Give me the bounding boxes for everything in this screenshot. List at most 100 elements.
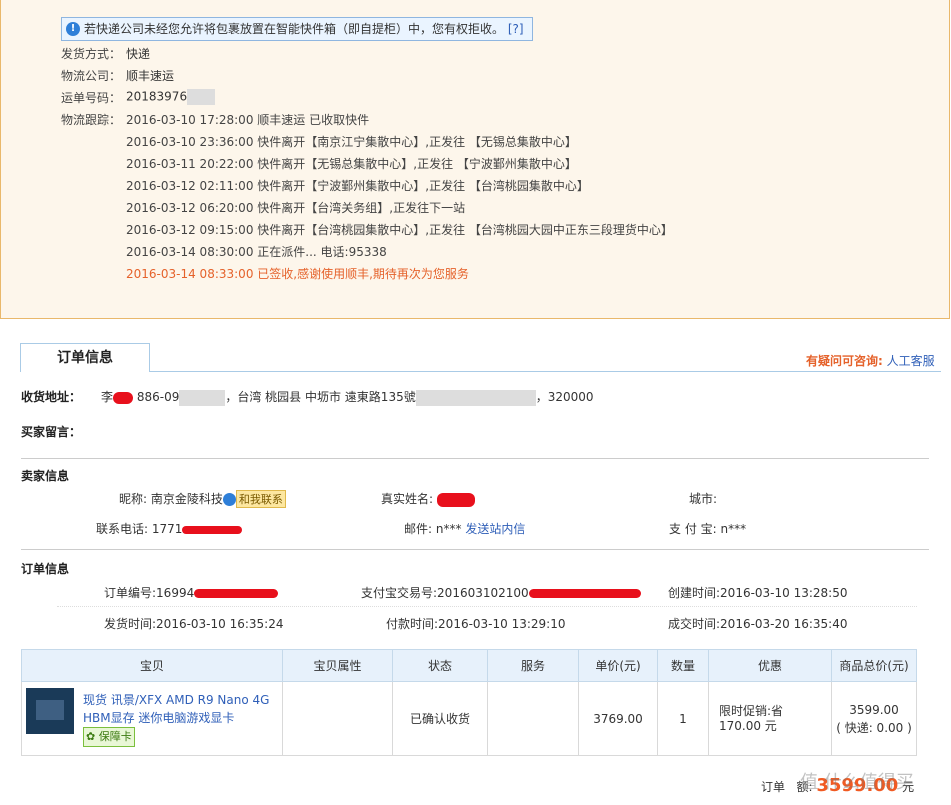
item-price: 3769.00 bbox=[578, 681, 658, 756]
seller-realname-label: 真实姓名: bbox=[381, 492, 434, 506]
address-label: 收货地址： bbox=[21, 390, 82, 404]
tracking-entry: 2016-03-10 17:28:00 顺丰速运 已收取快件 bbox=[126, 113, 370, 127]
ship-method-label: 发货方式： bbox=[61, 47, 122, 61]
pay-time-row: 付款时间:2016-03-10 13:29:10 bbox=[386, 615, 566, 632]
deal-time: 2016-03-20 16:35:40 bbox=[720, 617, 848, 631]
tracking-entry: 2016-03-14 08:30:00 正在派件... 电话:95338 bbox=[126, 245, 387, 259]
table-header: 数量 bbox=[657, 649, 709, 682]
seller-alipay-label: 支 付 宝: bbox=[669, 522, 717, 536]
table-header: 优惠 bbox=[708, 649, 832, 682]
order-items-table: 宝贝 宝贝属性 状态 服务 单价(元) 数量 优惠 商品总价(元) 现货 讯景/… bbox=[21, 649, 917, 756]
redaction-mark bbox=[528, 589, 641, 598]
tracking-label: 物流跟踪： bbox=[61, 113, 122, 127]
item-total: 3599.00 bbox=[849, 702, 899, 717]
created-time: 2016-03-10 13:28:50 bbox=[720, 586, 848, 600]
tracking-entry: 2016-03-12 06:20:00 快件离开【台湾关务组】,正发往下一站 bbox=[126, 201, 466, 215]
tracking-entry: 2016-03-12 09:15:00 快件离开【台湾桃园集散中心】,正发往 【… bbox=[126, 223, 673, 237]
ship-time: 2016-03-10 16:35:24 bbox=[156, 617, 284, 631]
tab-order-info[interactable]: 订单信息 bbox=[20, 343, 150, 372]
discount-amount: 170.00 元 bbox=[719, 718, 777, 733]
guarantee-label: 保障卡 bbox=[98, 729, 132, 743]
table-row: 现货 讯景/XFX AMD R9 Nano 4G HBM显存 迷你电脑游戏显卡 … bbox=[21, 681, 917, 756]
table-header: 服务 bbox=[487, 649, 579, 682]
ship-method-value: 快递 bbox=[126, 47, 151, 61]
watermark: 值 什么值得买 bbox=[800, 772, 914, 793]
trade-no-label: 支付宝交易号: bbox=[361, 586, 438, 600]
created-row: 创建时间:2016-03-10 13:28:50 bbox=[668, 584, 848, 601]
item-attr-cell bbox=[282, 681, 393, 756]
notice-bar: ! 若快递公司未经您允许将包裹放置在智能快件箱（即自提柜）中，您有权拒收。 [?… bbox=[61, 17, 533, 41]
seller-nick-label: 昵称: bbox=[119, 492, 148, 506]
company-value: 顺丰速运 bbox=[126, 69, 175, 83]
redaction-mark bbox=[436, 492, 475, 507]
help-area: 有疑问可咨询: 人工客服 bbox=[806, 352, 935, 369]
order-section-title: 订单信息 bbox=[21, 562, 70, 576]
notice-text: 若快递公司未经您允许将包裹放置在智能快件箱（即自提柜）中，您有权拒收。 bbox=[84, 22, 505, 36]
order-no-label: 订单编号: bbox=[104, 586, 157, 600]
seller-phone: 1771 bbox=[151, 522, 183, 536]
deal-time-label: 成交时间: bbox=[668, 617, 721, 631]
customer-service-link[interactable]: 人工客服 bbox=[887, 354, 935, 368]
product-title-link[interactable]: 现货 讯景/XFX AMD R9 Nano 4G HBM显存 迷你电脑游戏显卡 bbox=[83, 693, 269, 725]
deal-time-row: 成交时间:2016-03-20 16:35:40 bbox=[668, 615, 848, 632]
divider bbox=[57, 606, 917, 607]
order-no: 16994 bbox=[156, 586, 195, 600]
guarantee-badge[interactable]: ✿ 保障卡 bbox=[83, 726, 135, 747]
recipient-name: 李 bbox=[101, 390, 114, 404]
company-label: 物流公司： bbox=[61, 69, 122, 83]
table-header: 宝贝 bbox=[21, 649, 283, 682]
seller-mail: n*** bbox=[435, 522, 462, 536]
created-label: 创建时间: bbox=[668, 586, 721, 600]
table-header: 商品总价(元) bbox=[831, 649, 917, 682]
pay-time: 2016-03-10 13:29:10 bbox=[438, 617, 566, 631]
ship-time-row: 发货时间:2016-03-10 16:35:24 bbox=[104, 615, 284, 632]
seller-city-label: 城市: bbox=[689, 492, 718, 506]
seller-alipay-row: 支 付 宝: n*** bbox=[669, 520, 746, 537]
recipient-address: ，台湾 桃园县 中坜市 遠東路135號 bbox=[225, 390, 416, 404]
ship-time-label: 发货时间: bbox=[104, 617, 157, 631]
discount-label: 限时促销:省 bbox=[719, 703, 784, 718]
waybill-label: 运单号码： bbox=[61, 91, 122, 105]
product-thumbnail[interactable] bbox=[26, 688, 74, 734]
wangwang-icon[interactable] bbox=[222, 493, 236, 506]
seller-nick-row: 昵称: 南京金陵科技 和我联系 bbox=[119, 490, 286, 508]
seller-mail-label: 邮件: bbox=[404, 522, 433, 536]
divider bbox=[21, 458, 929, 459]
item-shipping: ( 快递: 0.00 ) bbox=[836, 720, 912, 735]
seller-alipay: n*** bbox=[720, 522, 747, 536]
order-total-label: 订单 bbox=[761, 780, 786, 794]
table-header: 宝贝属性 bbox=[282, 649, 393, 682]
waybill-value: 20183976 bbox=[126, 89, 216, 105]
item-total-cell: 3599.00 ( 快递: 0.00 ) bbox=[831, 681, 917, 756]
pay-time-label: 付款时间: bbox=[386, 617, 439, 631]
table-header-row: 宝贝 宝贝属性 状态 服务 单价(元) 数量 优惠 商品总价(元) bbox=[21, 649, 917, 682]
waybill-number: 20183976 bbox=[126, 89, 188, 104]
divider bbox=[21, 549, 929, 550]
item-qty: 1 bbox=[657, 681, 709, 756]
item-status: 已确认收货 bbox=[392, 681, 488, 756]
buyer-message-label: 买家留言： bbox=[21, 425, 82, 439]
table-header: 状态 bbox=[392, 649, 488, 682]
seller-realname-row: 真实姓名: bbox=[381, 490, 475, 507]
trade-no-row: 支付宝交易号:201603102100 bbox=[361, 584, 641, 601]
tab-divider bbox=[20, 371, 941, 372]
contact-seller-button[interactable]: 和我联系 bbox=[235, 490, 286, 508]
seller-mail-row: 邮件: n*** 发送站内信 bbox=[404, 520, 525, 537]
seller-nick: 南京金陵科技 bbox=[150, 492, 223, 506]
redaction-mark bbox=[194, 589, 279, 598]
recipient-zip: ，320000 bbox=[535, 390, 594, 404]
order-no-row: 订单编号:16994 bbox=[104, 584, 279, 601]
tracking-entry: 2016-03-12 02:11:00 快件离开【宁波鄞州集散中心】,正发往 【… bbox=[126, 179, 589, 193]
tracking-entry: 2016-03-10 23:36:00 快件离开【南京江宁集散中心】,正发往 【… bbox=[126, 135, 577, 149]
help-label: 有疑问可咨询: bbox=[806, 354, 883, 368]
send-message-link[interactable]: 发送站内信 bbox=[465, 522, 525, 536]
info-icon: ! bbox=[66, 22, 80, 36]
redaction-mark bbox=[113, 391, 134, 404]
tracking-entry: 2016-03-11 20:22:00 快件离开【无锡总集散中心】,正发往 【宁… bbox=[126, 157, 577, 171]
notice-help-link[interactable]: [?] bbox=[508, 22, 524, 36]
seller-phone-row: 联系电话: 1771 bbox=[96, 520, 243, 537]
redaction-blur bbox=[179, 389, 226, 406]
address-line: 李 886-09 ，台湾 桃园县 中坜市 遠東路135號 ，320000 bbox=[101, 388, 594, 406]
tracking-entry-latest: 2016-03-14 08:33:00 已签收,感谢使用顺丰,期待再次为您服务 bbox=[126, 267, 469, 281]
item-cell: 现货 讯景/XFX AMD R9 Nano 4G HBM显存 迷你电脑游戏显卡 … bbox=[21, 681, 283, 756]
